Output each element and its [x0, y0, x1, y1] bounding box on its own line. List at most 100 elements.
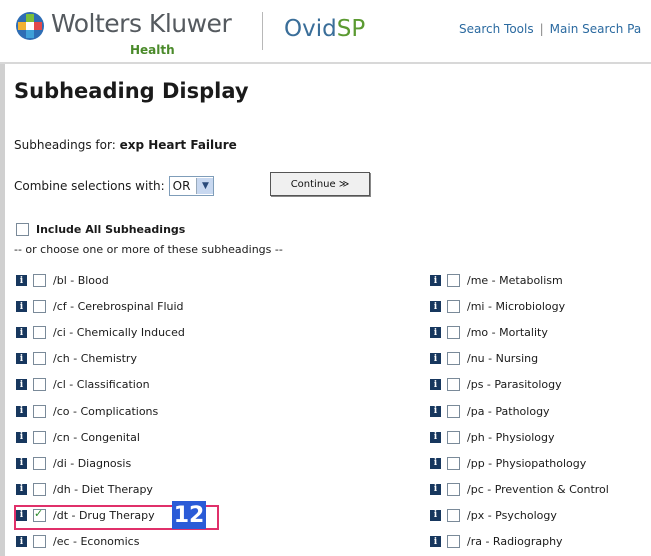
- subheading-checkbox[interactable]: [33, 352, 46, 366]
- subheading-row-pa-pathology: i/pa - Pathology: [430, 404, 550, 418]
- link-search-tools[interactable]: Search Tools: [459, 22, 534, 36]
- info-icon[interactable]: i: [430, 483, 441, 495]
- header-rule: [0, 62, 651, 64]
- subheading-checkbox[interactable]: [33, 456, 46, 470]
- subheading-row-ec-economics: i/ec - Economics: [16, 535, 139, 548]
- subheading-checkbox[interactable]: [447, 430, 460, 444]
- include-all-label: Include All Subheadings: [36, 223, 186, 236]
- info-icon[interactable]: i: [16, 431, 27, 443]
- info-icon[interactable]: i: [430, 509, 441, 521]
- subheading-row-di-diagnosis: i/di - Diagnosis: [16, 456, 132, 470]
- subheading-checkbox[interactable]: [447, 300, 460, 314]
- info-icon[interactable]: i: [16, 301, 27, 313]
- left-frame-border: [0, 64, 5, 556]
- subheading-label: /ra - Radiography: [467, 535, 563, 548]
- subheadings-for: Subheadings for: exp Heart Failure: [14, 138, 237, 152]
- subheading-label: /pp - Physiopathology: [467, 456, 587, 470]
- info-icon[interactable]: i: [16, 483, 27, 495]
- include-all-row: Include All Subheadings: [16, 223, 185, 236]
- subheading-label: /pc - Prevention & Control: [467, 482, 609, 496]
- subheading-row-pp-physiopathology: i/pp - Physiopathology: [430, 456, 587, 470]
- info-icon[interactable]: i: [430, 536, 441, 547]
- subheading-checkbox[interactable]: [33, 430, 46, 444]
- subheading-row-pc-prevention-control: i/pc - Prevention & Control: [430, 482, 609, 496]
- subheading-row-px-psychology: i/px - Psychology: [430, 508, 557, 522]
- subheading-label: /px - Psychology: [467, 508, 557, 522]
- subheading-checkbox[interactable]: [447, 352, 460, 366]
- subheading-row-ch-chemistry: i/ch - Chemistry: [16, 352, 137, 366]
- subheading-row-cf-cerebrospinal-fluid: i/cf - Cerebrospinal Fluid: [16, 300, 184, 314]
- subheading-label: /ec - Economics: [53, 535, 140, 548]
- subheading-checkbox[interactable]: [33, 404, 46, 418]
- link-main-search-page[interactable]: Main Search Pa: [550, 22, 642, 36]
- subheading-row-bl-blood: i/bl - Blood: [16, 274, 109, 287]
- subheading-row-cl-classification: i/cl - Classification: [16, 378, 150, 392]
- subheading-checkbox[interactable]: [447, 404, 460, 418]
- info-icon[interactable]: i: [430, 457, 441, 469]
- subheading-row-ci-chemically-induced: i/ci - Chemically Induced: [16, 326, 185, 340]
- include-all-checkbox[interactable]: [16, 223, 29, 236]
- subheading-checkbox[interactable]: [33, 274, 46, 287]
- subheading-row-mo-mortality: i/mo - Mortality: [430, 326, 548, 340]
- combine-select[interactable]: OR ▼: [168, 176, 215, 196]
- info-icon[interactable]: i: [430, 353, 441, 365]
- subheading-label: /ph - Physiology: [467, 430, 555, 444]
- top-links: Search Tools | Main Search Pa: [459, 22, 642, 36]
- info-icon[interactable]: i: [16, 327, 27, 339]
- subheading-label: /mo - Mortality: [467, 326, 548, 340]
- info-icon[interactable]: i: [430, 301, 441, 313]
- page-title: Subheading Display: [14, 79, 249, 103]
- subheading-checkbox[interactable]: [447, 456, 460, 470]
- combine-label: Combine selections with:: [14, 179, 165, 193]
- info-icon[interactable]: i: [16, 405, 27, 417]
- info-icon[interactable]: i: [430, 405, 441, 417]
- chevron-down-icon[interactable]: ▼: [196, 178, 214, 194]
- subheading-row-cn-congenital: i/cn - Congenital: [16, 430, 140, 444]
- product-name: OvidSP: [284, 16, 366, 42]
- subheading-row-mi-microbiology: i/mi - Microbiology: [430, 300, 566, 314]
- subheading-row-ra-radiography: i/ra - Radiography: [430, 535, 563, 548]
- subheading-label: /co - Complications: [53, 404, 159, 418]
- subheading-checkbox[interactable]: [33, 326, 46, 340]
- subheading-checkbox[interactable]: [447, 508, 460, 522]
- subheading-checkbox[interactable]: [447, 378, 460, 392]
- subheading-checkbox[interactable]: [33, 535, 46, 548]
- subheading-label: /nu - Nursing: [467, 352, 539, 366]
- subheading-label: /me - Metabolism: [467, 274, 563, 287]
- info-icon[interactable]: i: [16, 536, 27, 547]
- combine-row: Combine selections with: OR ▼: [14, 176, 215, 196]
- info-icon[interactable]: i: [16, 353, 27, 365]
- subheading-row-nu-nursing: i/nu - Nursing: [430, 352, 539, 366]
- subheading-checkbox[interactable]: [447, 482, 460, 496]
- annotation-badge: 12: [172, 501, 206, 529]
- info-icon[interactable]: i: [16, 379, 27, 391]
- subheading-checkbox[interactable]: [33, 300, 46, 314]
- info-icon[interactable]: i: [430, 275, 441, 286]
- subheading-row-dh-diet-therapy: i/dh - Diet Therapy: [16, 482, 153, 496]
- subheading-label: /dh - Diet Therapy: [53, 482, 153, 496]
- brand-sub: Health: [130, 43, 175, 57]
- subheading-label: /cf - Cerebrospinal Fluid: [53, 300, 184, 314]
- subheading-label: /mi - Microbiology: [467, 300, 566, 314]
- subheading-row-me-metabolism: i/me - Metabolism: [430, 274, 563, 287]
- continue-button[interactable]: Continue ≫: [270, 172, 370, 196]
- info-icon[interactable]: i: [16, 457, 27, 469]
- subheading-row-ps-parasitology: i/ps - Parasitology: [430, 378, 562, 392]
- subheading-row-co-complications: i/co - Complications: [16, 404, 159, 418]
- subheading-label: /di - Diagnosis: [53, 456, 132, 470]
- subheading-checkbox[interactable]: [447, 326, 460, 340]
- brand-name: Wolters Kluwer: [51, 9, 232, 38]
- subheading-label: /ci - Chemically Induced: [53, 326, 185, 340]
- info-icon[interactable]: i: [430, 327, 441, 339]
- subheading-label: /cl - Classification: [53, 378, 150, 392]
- info-icon[interactable]: i: [430, 379, 441, 391]
- subheading-checkbox[interactable]: [447, 274, 460, 287]
- info-icon[interactable]: i: [430, 431, 441, 443]
- subheading-checkbox[interactable]: [33, 378, 46, 392]
- wolters-kluwer-logo-icon: [16, 12, 44, 40]
- info-icon[interactable]: i: [16, 275, 27, 286]
- subheading-checkbox[interactable]: [447, 535, 460, 548]
- subheading-checkbox[interactable]: [33, 482, 46, 496]
- subheading-row-ph-physiology: i/ph - Physiology: [430, 430, 555, 444]
- header-divider: [262, 12, 263, 50]
